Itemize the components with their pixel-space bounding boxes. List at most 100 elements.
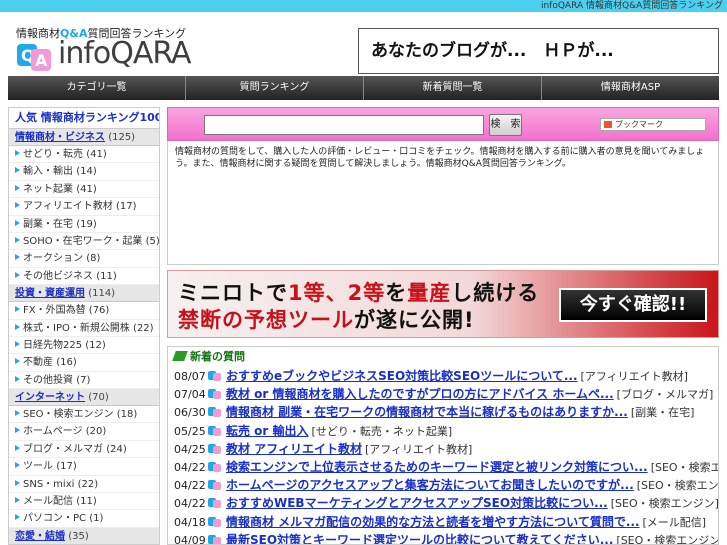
question-date: 04/22	[174, 460, 206, 474]
sidebar-item[interactable]: 副業・在宅 (19)	[9, 216, 159, 233]
arrow-right-icon	[15, 271, 20, 278]
sidebar-item[interactable]: せどり・転売 (41)	[9, 146, 159, 164]
sidebar-category-link[interactable]: 恋愛・結婚	[15, 531, 65, 542]
sidebar-item[interactable]: 日経先物225 (12)	[9, 337, 159, 355]
qa-icon	[208, 371, 222, 381]
nav-item-ranking[interactable]: 質問ランキング	[186, 76, 364, 100]
question-link[interactable]: おすすめWEBマーケティングとアクセスアップSEO対策比較につい...	[226, 496, 608, 510]
sidebar-item-label: FX・外国為替	[23, 305, 86, 317]
sidebar-item-count: (17)	[56, 461, 77, 473]
ad-text: ミニロトで	[178, 281, 288, 305]
sidebar-item-label: アフィリエイト教材	[23, 201, 113, 213]
qa-icon	[208, 389, 222, 400]
sidebar-item-count: (22)	[77, 478, 99, 490]
sidebar-item[interactable]: FX・外国為替 (76)	[9, 302, 159, 320]
site-logo[interactable]: infoQARA	[58, 37, 192, 71]
sidebar-category-link[interactable]: 情報商材・ビジネス	[15, 132, 105, 143]
sidebar-item[interactable]: SNS・mixi (22)	[9, 476, 159, 494]
question-category[interactable]: [アフィリエイト教材]	[581, 370, 688, 383]
question-link[interactable]: 教材 or 情報商材を購入したのですがプロの方にアドバイス ホームペ...	[226, 387, 614, 401]
question-row: 04/25 教材 アフィリエイト教材 [アフィリエイト教材]	[168, 440, 718, 458]
question-date: 05/25	[174, 424, 206, 438]
question-category[interactable]: [SEO・検索エンジン]	[637, 479, 718, 492]
ad-confirm-button[interactable]: 今すぐ確認!!	[559, 288, 707, 322]
question-category[interactable]: [アフィリエイト教材]	[365, 443, 472, 456]
search-input[interactable]	[204, 115, 484, 135]
logo-qa-icon[interactable]: Q A	[16, 40, 52, 72]
sidebar-item[interactable]: ツール (17)	[9, 458, 159, 476]
qa-icon	[208, 534, 222, 544]
sidebar-item-label: SOHO・在宅ワーク・起業	[23, 235, 143, 247]
qa-icon	[208, 516, 222, 527]
arrow-right-icon	[15, 236, 20, 243]
ad-headline-2: 禁断の予想ツールが遂に公開!	[178, 304, 475, 334]
nav-item-categories[interactable]: カテゴリ一覧	[8, 76, 186, 100]
question-link[interactable]: 最新SEO対策とキーワード選定ツールの比較について教えてください...	[226, 533, 613, 544]
question-link[interactable]: 情報商材 副業・在宅ワークの情報商材で本当に稼げるものはありますか...	[226, 405, 628, 419]
arrow-right-icon	[15, 150, 20, 156]
question-date: 04/18	[174, 515, 206, 529]
sidebar-item-count: (17)	[116, 201, 137, 213]
sidebar-category-link[interactable]: インターネット	[15, 392, 85, 403]
sidebar-item-label: 副業・在宅	[23, 218, 73, 230]
sidebar-item[interactable]: 不動産 (16)	[9, 354, 159, 372]
question-category[interactable]: [メール配信]	[643, 516, 707, 529]
recent-heading: 新着の質問	[168, 347, 718, 367]
question-row: 05/25 転売 or 輸出入 [せどり・転売・ネット起業]	[168, 422, 718, 440]
sidebar-item-count: (24)	[106, 443, 127, 455]
question-date: 07/04	[174, 388, 206, 402]
sidebar-item-count: (76)	[88, 305, 110, 317]
question-link[interactable]: 教材 アフィリエイト教材	[226, 442, 362, 456]
search-button[interactable]: 検 索	[489, 114, 522, 136]
question-link[interactable]: 検索エンジンで上位表示させるためのキーワード選定と被リンク対策につい...	[226, 460, 648, 474]
question-category[interactable]: [SEO・検索エンジン]	[611, 497, 718, 510]
question-link[interactable]: おすすめeブックやビジネスSEO対策比較SEOツールについて...	[226, 369, 578, 383]
arrow-right-icon	[15, 497, 20, 504]
sidebar-item[interactable]: パソコン・PC (1)	[9, 510, 159, 528]
lottery-ad-banner[interactable]: ミニロトで1等、2等を量産し続ける 禁断の予想ツールが遂に公開! 今すぐ確認!!	[167, 270, 719, 338]
sidebar-heading[interactable]: 人気 情報商材ランキング100	[9, 108, 159, 129]
qa-icon	[208, 443, 222, 454]
arrow-right-icon	[15, 202, 20, 209]
bookmark-button[interactable]: ブックマーク	[600, 118, 706, 131]
sidebar-item[interactable]: SOHO・在宅ワーク・起業 (5)	[9, 233, 159, 251]
sidebar-item-label: SNS・mixi	[23, 478, 75, 490]
sidebar-item[interactable]: ホームページ (20)	[9, 423, 159, 441]
sidebar-item-count: (41)	[86, 149, 107, 160]
question-link[interactable]: 情報商材 メルマガ配信の効果的な方法と読者を増やす方法について質問で...	[226, 515, 640, 529]
question-category[interactable]: [副業・在宅]	[631, 406, 695, 419]
arrow-right-icon	[15, 514, 20, 521]
question-link[interactable]: 転売 or 輸出入	[226, 424, 309, 438]
arrow-right-icon	[15, 167, 20, 174]
arrow-right-icon	[15, 358, 20, 365]
recent-questions: 新着の質問 08/07 おすすめeブックやビジネスSEO対策比較SEOツールについ…	[167, 346, 719, 545]
sidebar-item-count: (41)	[76, 183, 97, 195]
sidebar-item[interactable]: 輸入・輸出 (14)	[9, 163, 159, 181]
question-date: 06/30	[174, 406, 206, 420]
sidebar-item[interactable]: ネット起業 (41)	[9, 181, 159, 199]
intro-text: 情報商材の質問をして、購入した人の評価・レビュー・口コミをチェック。情報商材を購…	[167, 141, 719, 265]
site-header: 情報商材Q&A質問回答ランキング Q A infoQARA あなたのブログが..…	[8, 14, 719, 74]
question-category[interactable]: [ブログ・メルマガ]	[617, 388, 714, 401]
category-sidebar: 人気 情報商材ランキング100 情報商材・ビジネス (125) せどり・転売 (…	[8, 107, 160, 545]
sidebar-item[interactable]: 株式・IPO・新規公開株 (22)	[9, 320, 159, 337]
question-category[interactable]: [SEO・検索エンジン]	[616, 534, 718, 544]
sidebar-item[interactable]: アフィリエイト教材 (17)	[9, 198, 159, 216]
sidebar-item[interactable]: オークション (8)	[9, 250, 159, 268]
sidebar-item[interactable]: ブログ・メルマガ (24)	[9, 441, 159, 459]
question-link[interactable]: ホームページのアクセスアップと集客方法についてお聞きしたいのですが...	[226, 478, 634, 492]
sidebar-item-label: 輸入・輸出	[23, 166, 73, 178]
nav-item-new-questions[interactable]: 新着質問一覧	[364, 76, 542, 100]
sidebar-item-count: (19)	[76, 218, 97, 230]
sidebar-item[interactable]: その他ビジネス (11)	[9, 268, 159, 286]
question-category[interactable]: [せどり・転売・ネット起業]	[312, 425, 453, 438]
arrow-right-icon	[15, 254, 20, 261]
nav-item-asp[interactable]: 情報商材ASP	[542, 76, 719, 100]
sidebar-category-link[interactable]: 投資・資産運用	[15, 288, 85, 299]
sidebar-item[interactable]: メール配信 (11)	[9, 493, 159, 511]
question-category[interactable]: [SEO・検索エンジン]	[651, 461, 718, 474]
sidebar-item[interactable]: SEO・検索エンジン (18)	[9, 406, 159, 424]
sidebar-item[interactable]: その他投資 (7)	[9, 372, 159, 390]
question-row: 04/09 最新SEO対策とキーワード選定ツールの比較について教えてください...…	[168, 531, 718, 544]
header-ad-banner[interactable]: あなたのブログが... ＨＰが...	[358, 28, 719, 74]
